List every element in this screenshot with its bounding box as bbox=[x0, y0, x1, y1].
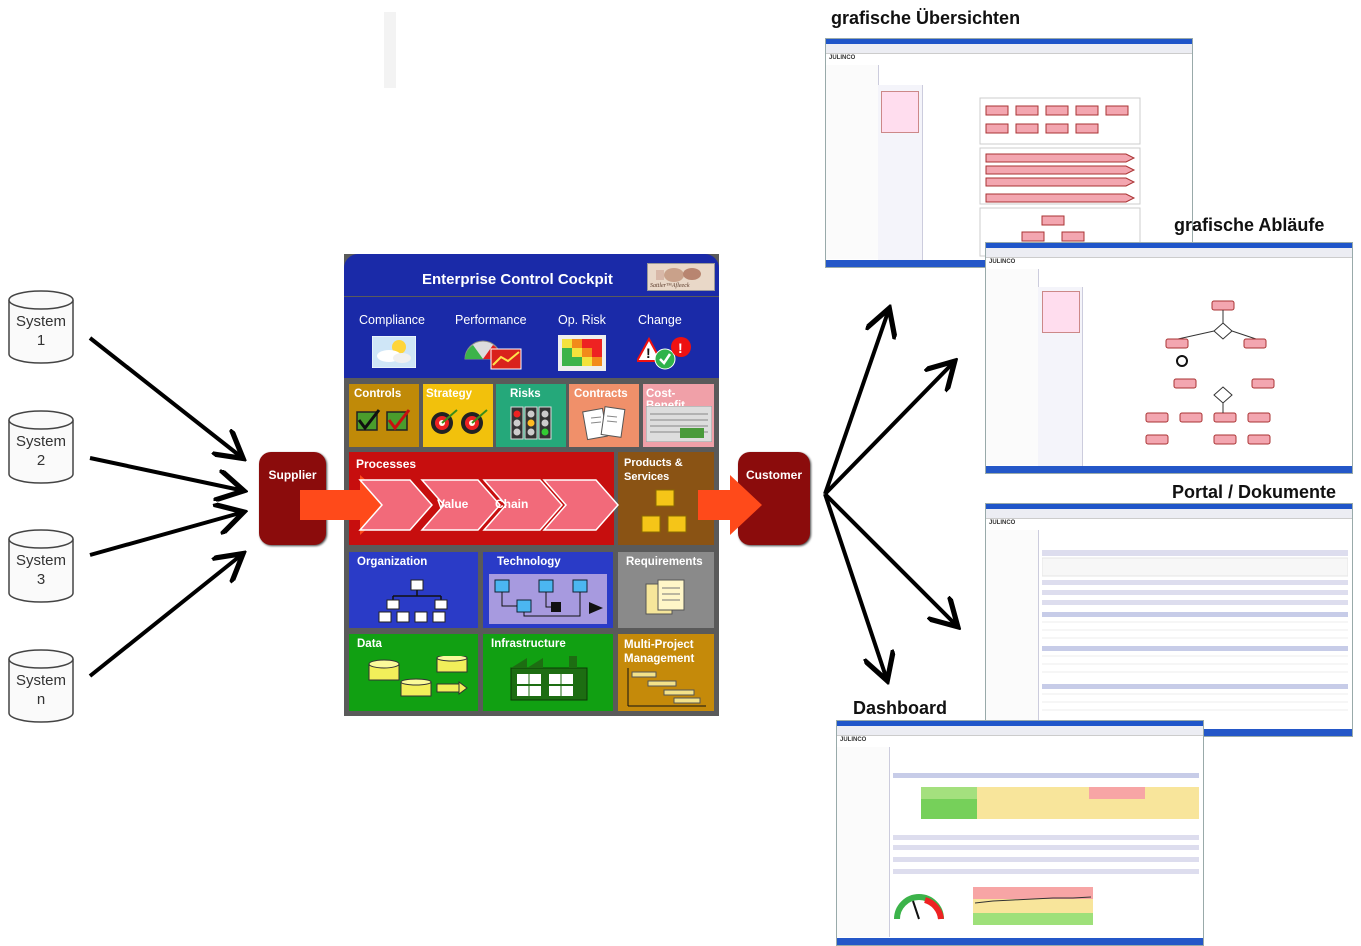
strategy-tile[interactable]: Strategy bbox=[423, 384, 493, 447]
organization-tile[interactable]: Organization bbox=[349, 552, 478, 628]
compliance-label: Compliance bbox=[359, 313, 426, 327]
org-chart-icon bbox=[378, 579, 448, 623]
requirements-label: Requirements bbox=[626, 556, 703, 568]
cockpit-logo: Sattler™Afleeck bbox=[647, 263, 715, 291]
multi-project-tile[interactable]: Multi-Project Management bbox=[618, 634, 714, 711]
screenshot-uebersichten[interactable]: JULINCO bbox=[825, 38, 1193, 268]
multi-project-label: Multi-Project Management bbox=[624, 639, 695, 665]
overview-diagram-icon bbox=[979, 97, 1141, 257]
brand-label: JULINCO bbox=[989, 259, 1016, 265]
target-icon bbox=[431, 409, 488, 434]
screenshot-ablaeufe[interactable]: JULINCO bbox=[985, 242, 1353, 474]
arrow-customer-uebersichten bbox=[823, 312, 888, 495]
logo-text: Sattler™Afleeck bbox=[650, 283, 690, 289]
brand-label: JULINCO bbox=[840, 737, 867, 743]
data-cylinder-icon bbox=[368, 656, 468, 697]
cockpit-title: Enterprise Control Cockpit bbox=[422, 271, 613, 288]
change-label: Change bbox=[638, 313, 682, 327]
heading-uebersichten: grafische Übersichten bbox=[831, 8, 1021, 28]
change-warning-icon: ! ! bbox=[637, 336, 691, 370]
controls-label: Controls bbox=[354, 388, 402, 400]
arrow-system2-supplier bbox=[89, 456, 240, 490]
traffic-light-icon bbox=[510, 406, 552, 440]
compliance-weather-icon bbox=[372, 336, 416, 368]
value-chain-arrow bbox=[300, 475, 762, 535]
cockpit-header: Enterprise Control Cockpit Sattler™Aflee… bbox=[344, 254, 719, 296]
technology-label: Technology bbox=[497, 556, 561, 568]
contracts-label: Contracts bbox=[574, 388, 628, 400]
arrow-customer-portal bbox=[823, 492, 955, 624]
clipboard-icon bbox=[645, 579, 685, 615]
network-icon bbox=[489, 574, 607, 624]
factory-icon bbox=[510, 656, 588, 701]
chain-label: Chain bbox=[495, 497, 529, 511]
screenshot-dashboard[interactable]: JULINCO bbox=[836, 720, 1204, 946]
orange-arrow-right bbox=[698, 475, 762, 535]
requirements-tile[interactable]: Requirements bbox=[618, 552, 714, 628]
brand-label: JULINCO bbox=[829, 55, 856, 61]
gantt-icon bbox=[627, 668, 706, 707]
heading-dashboard: Dashboard bbox=[853, 698, 948, 718]
infrastructure-label: Infrastructure bbox=[491, 638, 566, 650]
screenshot-portal[interactable]: JULINCO bbox=[985, 503, 1353, 737]
organization-label: Organization bbox=[357, 556, 428, 568]
svg-text:!: ! bbox=[678, 340, 683, 356]
risks-label: Risks bbox=[510, 388, 541, 400]
top-band: Compliance Performance Op. Risk Change ! bbox=[344, 297, 719, 378]
performance-label: Performance bbox=[455, 313, 527, 327]
flowchart-icon bbox=[1145, 300, 1275, 445]
processes-label: Processes bbox=[356, 457, 417, 471]
performance-gauge-icon bbox=[464, 340, 522, 370]
heading-ablaeufe: grafische Abläufe bbox=[1174, 215, 1325, 235]
oprisk-matrix-icon bbox=[558, 335, 606, 371]
technology-tile[interactable]: Technology bbox=[483, 552, 613, 628]
checkbox-icon bbox=[356, 409, 411, 431]
risks-tile[interactable]: Risks bbox=[496, 384, 566, 447]
oprisk-label: Op. Risk bbox=[558, 313, 606, 327]
heading-portal: Portal / Dokumente bbox=[1172, 482, 1337, 502]
calculator-icon bbox=[646, 406, 712, 442]
cost-benefit-tile[interactable]: Cost-Benefit bbox=[643, 384, 714, 447]
arrow-systemn-supplier bbox=[88, 556, 240, 678]
brand-label: JULINCO bbox=[989, 520, 1016, 526]
value-label: Value bbox=[437, 497, 469, 511]
arrow-system1-supplier bbox=[88, 336, 240, 456]
contracts-tile[interactable]: Contracts bbox=[569, 384, 639, 447]
document-icon bbox=[582, 406, 626, 441]
strategy-label: Strategy bbox=[426, 388, 473, 400]
arrow-customer-dashboard bbox=[823, 493, 886, 677]
controls-tile[interactable]: Controls bbox=[349, 384, 419, 447]
data-label: Data bbox=[357, 638, 382, 650]
svg-text:!: ! bbox=[646, 345, 651, 361]
data-tile[interactable]: Data bbox=[349, 634, 478, 711]
document-list-icon bbox=[1042, 550, 1348, 711]
arrow-customer-ablaeufe bbox=[823, 364, 952, 496]
arrow-system3-supplier bbox=[89, 513, 240, 557]
infrastructure-tile[interactable]: Infrastructure bbox=[483, 634, 613, 711]
dashboard-charts-icon bbox=[893, 773, 1199, 925]
